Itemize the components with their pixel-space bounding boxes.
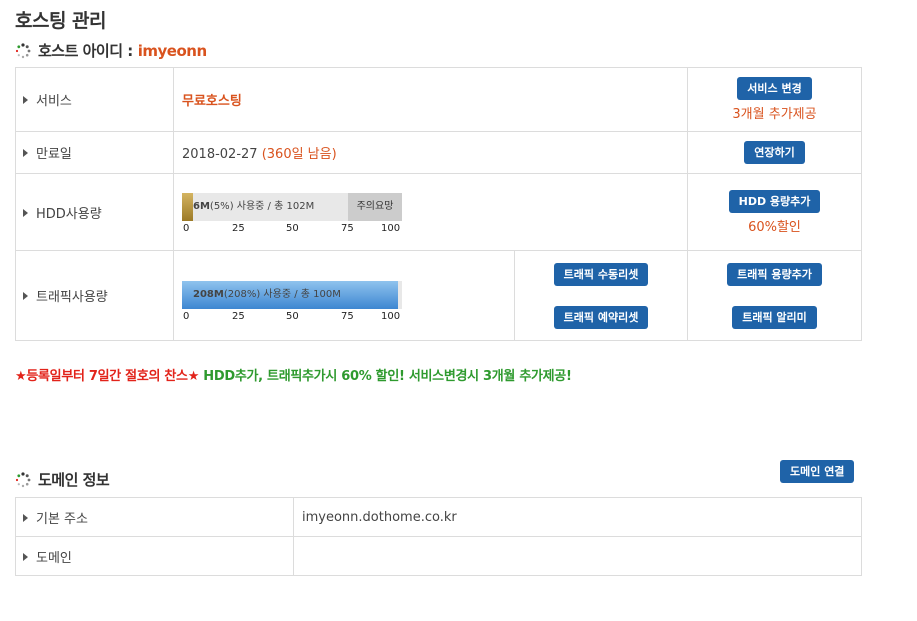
traffic-tick: 0: [183, 310, 190, 322]
add-traffic-button[interactable]: 트래픽 용량추가: [727, 262, 822, 286]
hdd-tick: 0: [183, 223, 190, 234]
triangle-right-icon: [23, 149, 28, 157]
traffic-usage-text: 208M(208%) 사용중 / 총 100M: [193, 288, 341, 300]
traffic-tick: 100: [381, 310, 401, 322]
add-hdd-button[interactable]: HDD 용량추가: [728, 189, 821, 213]
expiry-row: 만료일 2018-02-27 (360일 남음) 연장하기: [15, 131, 862, 174]
domain-row: 도메인: [15, 536, 862, 576]
service-value: 무료호스팅: [182, 94, 242, 109]
domain-row: 기본 주소 imyeonn.dothome.co.kr: [15, 497, 862, 537]
traffic-usage-cell: 208M(208%) 사용중 / 총 100M 0 25 50 75 100: [173, 250, 515, 341]
traffic-usage-bar: 208M(208%) 사용중 / 총 100M 0 25 50 75 100: [182, 280, 402, 323]
expiry-label: 만료일: [15, 131, 174, 174]
service-label: 서비스: [15, 67, 174, 132]
connect-domain-button[interactable]: 도메인 연결: [780, 460, 855, 483]
promo-notice-text: HDD추가, 트래픽추가시 60% 할인! 서비스변경시 3개월 추가제공!: [199, 369, 572, 384]
base-address-label: 기본 주소: [15, 497, 294, 537]
traffic-tick: 50: [286, 310, 299, 322]
triangle-right-icon: [23, 513, 28, 522]
expiry-value-cell: 2018-02-27 (360일 남음): [173, 131, 688, 174]
domain-value: [293, 536, 862, 576]
change-service-button[interactable]: 서비스 변경: [737, 77, 812, 100]
traffic-alert-button[interactable]: 트래픽 알리미: [732, 305, 817, 329]
hdd-promo: 60%할인: [748, 219, 801, 235]
service-row: 서비스 무료호스팅 서비스 변경 3개월 추가제공: [15, 67, 862, 132]
hdd-warning-label: 주의요망: [348, 193, 402, 221]
host-id-value: imyeonn: [137, 41, 207, 60]
traffic-manual-reset-button[interactable]: 트래픽 수동리셋: [553, 262, 649, 286]
hdd-usage-bar: 주의요망 6M(5%) 사용중 / 총 102M 0 25 50 75 100: [182, 193, 402, 235]
traffic-label: 트래픽사용량: [15, 250, 174, 341]
loading-spinner-icon: [15, 471, 31, 487]
domain-info-table: 기본 주소 imyeonn.dothome.co.kr 도메인: [15, 497, 862, 576]
loading-spinner-icon: [15, 42, 31, 58]
host-id-label: 호스트 아이디 :: [38, 42, 133, 60]
hdd-usage-cell: 주의요망 6M(5%) 사용중 / 총 102M 0 25 50 75 100: [173, 173, 688, 251]
extend-button[interactable]: 연장하기: [744, 141, 805, 164]
traffic-reset-cell: 트래픽 수동리셋 트래픽 예약리셋: [514, 250, 688, 341]
base-address-value: imyeonn.dothome.co.kr: [293, 497, 862, 537]
service-action-cell: 서비스 변경 3개월 추가제공: [687, 67, 862, 132]
triangle-right-icon: [23, 96, 28, 104]
service-promo: 3개월 추가제공: [732, 107, 817, 122]
hdd-usage-fill: [182, 193, 193, 221]
hdd-action-cell: HDD 용량추가 60%할인: [687, 173, 862, 251]
days-remaining: (360일 남음): [261, 147, 337, 162]
domain-section-header: 도메인 정보: [15, 469, 110, 490]
host-section-header: 호스트 아이디 : imyeonn: [15, 40, 207, 61]
hosting-info-table: 서비스 무료호스팅 서비스 변경 3개월 추가제공 만료일 2018-02-27…: [15, 67, 862, 341]
traffic-action-cell: 트래픽 용량추가 트래픽 알리미: [687, 250, 862, 341]
hdd-tick: 100: [381, 223, 401, 234]
hdd-label: HDD사용량: [15, 173, 174, 251]
traffic-tick: 75: [341, 310, 354, 322]
hdd-usage-text: 6M(5%) 사용중 / 총 102M: [193, 201, 315, 212]
triangle-right-icon: [23, 292, 28, 300]
traffic-scale: 0 25 50 75 100: [182, 311, 402, 323]
domain-section-title: 도메인 정보: [38, 471, 110, 489]
page-title: 호스팅 관리: [15, 10, 107, 32]
hdd-tick: 50: [286, 223, 299, 234]
domain-label: 도메인: [15, 536, 294, 576]
hdd-tick: 75: [341, 223, 354, 234]
triangle-right-icon: [23, 552, 28, 561]
promo-notice-highlight: ★등록일부터 7일간 절호의 찬스★: [15, 369, 200, 384]
expiry-action-cell: 연장하기: [687, 131, 862, 174]
traffic-row: 트래픽사용량 208M(208%) 사용중 / 총 100M 0 25 50 7…: [15, 250, 862, 341]
expiry-date: 2018-02-27: [182, 147, 258, 162]
traffic-reserve-reset-button[interactable]: 트래픽 예약리셋: [553, 305, 649, 329]
hdd-row: HDD사용량 주의요망 6M(5%) 사용중 / 총 102M 0 25 50 …: [15, 173, 862, 251]
hdd-scale: 0 25 50 75 100: [182, 223, 402, 235]
hdd-tick: 25: [232, 223, 245, 234]
triangle-right-icon: [23, 208, 28, 217]
traffic-tick: 25: [232, 310, 245, 322]
service-value-cell: 무료호스팅: [173, 67, 688, 132]
promo-notice: ★등록일부터 7일간 절호의 찬스★ HDD추가, 트래픽추가시 60% 할인!…: [15, 365, 572, 384]
